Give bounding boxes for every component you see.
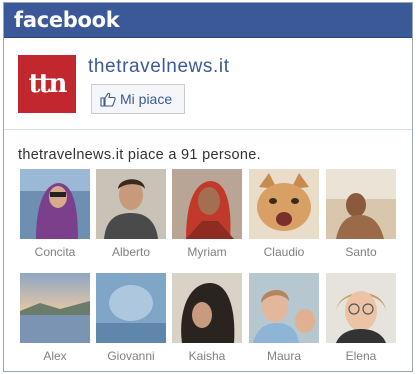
woman-glasses-photo[interactable] (326, 273, 396, 343)
fan-name[interactable]: Kaisha (172, 349, 242, 363)
fan-name[interactable]: Giovanni (96, 349, 166, 363)
abstract-blue-photo[interactable] (96, 273, 166, 343)
child-photo[interactable] (249, 273, 319, 343)
fan-count-text: thetravelnews.it piace a 91 persone. (18, 147, 261, 163)
woman-red-scarf-photo[interactable] (172, 169, 242, 239)
fan-name[interactable]: Maura (249, 349, 319, 363)
page-info: ttn thetravelnews.it Mi piace (4, 38, 412, 130)
like-box-widget: facebook ttn thetravelnews.it Mi piace t… (3, 2, 413, 372)
like-button-label: Mi piace (120, 91, 173, 107)
fan-name[interactable]: Santo (326, 245, 396, 259)
woman-dark-hair-photo[interactable] (172, 273, 242, 343)
page-logo[interactable]: ttn (18, 55, 76, 113)
kitten-photo[interactable] (249, 169, 319, 239)
fan-item[interactable]: Claudio (249, 169, 319, 259)
fan-name[interactable]: Claudio (249, 245, 319, 259)
facebook-header-bar: facebook (4, 3, 412, 38)
fan-name[interactable]: Alex (20, 349, 90, 363)
fan-item[interactable]: Alberto (96, 169, 166, 259)
fan-item[interactable]: Elena (326, 273, 396, 363)
page-name-link[interactable]: thetravelnews.it (88, 56, 230, 78)
facebook-logo-text[interactable]: facebook (14, 8, 120, 32)
sunset-lake-photo[interactable] (20, 273, 90, 343)
thumbs-up-icon (100, 92, 116, 107)
fan-name[interactable]: Concita (20, 245, 90, 259)
fan-item[interactable]: Giovanni (96, 273, 166, 363)
fan-item[interactable]: Kaisha (172, 273, 242, 363)
woman-headscarf-photo[interactable] (20, 169, 90, 239)
fan-name[interactable]: Myriam (172, 245, 242, 259)
beach-photo[interactable] (326, 169, 396, 239)
man-portrait-photo[interactable] (96, 169, 166, 239)
page-logo-text: ttn (28, 69, 68, 99)
like-button[interactable]: Mi piace (91, 84, 185, 114)
fan-item[interactable]: Myriam (172, 169, 242, 259)
fan-name[interactable]: Elena (326, 349, 396, 363)
fan-item[interactable]: Alex (20, 273, 90, 363)
fan-item[interactable]: Maura (249, 273, 319, 363)
fan-item[interactable]: Concita (20, 169, 90, 259)
fan-name[interactable]: Alberto (96, 245, 166, 259)
fan-item[interactable]: Santo (326, 169, 396, 259)
